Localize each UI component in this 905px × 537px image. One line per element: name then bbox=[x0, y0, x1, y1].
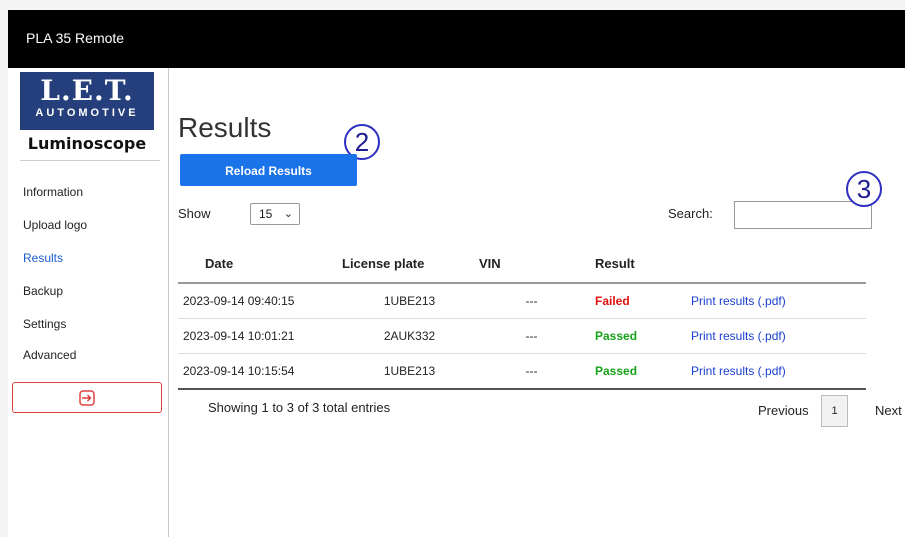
reload-results-button[interactable]: Reload Results bbox=[180, 154, 357, 186]
cell-vin: --- bbox=[478, 353, 585, 390]
page-size-select[interactable]: 15 ⌄ bbox=[250, 203, 300, 225]
print-results-link[interactable]: Print results (.pdf) bbox=[691, 364, 786, 378]
main-content: Results 2 Reload Results Show 15 ⌄ Searc… bbox=[168, 68, 905, 537]
print-results-link[interactable]: Print results (.pdf) bbox=[691, 329, 786, 343]
previous-page-button[interactable]: Previous bbox=[758, 403, 809, 418]
app-title: PLA 35 Remote bbox=[26, 30, 125, 46]
logo-product: Luminoscope bbox=[20, 130, 154, 158]
cell-result-passed: Passed bbox=[585, 318, 676, 354]
entries-summary: Showing 1 to 3 of 3 total entries bbox=[208, 400, 391, 415]
logo-brand: L.E.T. bbox=[40, 74, 134, 107]
sidebar: L.E.T. AUTOMOTIVE Luminoscope Informatio… bbox=[8, 68, 169, 537]
app-window: PLA 35 Remote L.E.T. AUTOMOTIVE Luminosc… bbox=[8, 10, 905, 537]
page-number-button[interactable]: 1 bbox=[821, 395, 848, 427]
sidebar-item-information[interactable]: Information bbox=[23, 185, 83, 199]
cell-vin: --- bbox=[478, 283, 585, 319]
logo-tagline: AUTOMOTIVE bbox=[35, 107, 139, 119]
company-logo: L.E.T. AUTOMOTIVE Luminoscope bbox=[20, 72, 154, 158]
show-label: Show bbox=[178, 206, 211, 221]
cell-license-plate: 2AUK332 bbox=[341, 318, 478, 354]
chevron-down-icon: ⌄ bbox=[283, 208, 293, 220]
cell-result-passed: Passed bbox=[585, 353, 676, 390]
logout-arrow-icon bbox=[79, 389, 95, 406]
search-label: Search: bbox=[668, 206, 713, 221]
table-row: 2023-09-14 09:40:15 1UBE213 --- Failed P… bbox=[178, 283, 866, 319]
sidebar-item-results[interactable]: Results bbox=[23, 251, 63, 265]
column-header-vin[interactable]: VIN bbox=[478, 244, 585, 284]
table-row: 2023-09-14 10:01:21 2AUK332 --- Passed P… bbox=[178, 318, 866, 354]
cell-vin: --- bbox=[478, 318, 585, 354]
divider bbox=[20, 160, 160, 161]
table-row: 2023-09-14 10:15:54 1UBE213 --- Passed P… bbox=[178, 353, 866, 390]
column-header-license-plate[interactable]: License plate bbox=[341, 244, 478, 284]
cell-license-plate: 1UBE213 bbox=[341, 353, 478, 390]
next-page-button[interactable]: Next bbox=[875, 403, 902, 418]
results-table: Date License plate VIN Result 2023-09-14… bbox=[178, 244, 866, 390]
callout-marker: 3 bbox=[846, 171, 882, 207]
cell-date: 2023-09-14 10:15:54 bbox=[178, 353, 341, 390]
sidebar-item-backup[interactable]: Backup bbox=[23, 284, 63, 298]
column-header-result[interactable]: Result bbox=[585, 244, 676, 284]
cell-result-failed: Failed bbox=[585, 283, 676, 319]
title-bar: PLA 35 Remote bbox=[8, 10, 905, 68]
page-size-value: 15 bbox=[259, 207, 273, 221]
cell-date: 2023-09-14 10:01:21 bbox=[178, 318, 341, 354]
column-header-date[interactable]: Date bbox=[178, 244, 341, 284]
table-header-row: Date License plate VIN Result bbox=[178, 244, 866, 284]
column-header-actions bbox=[676, 244, 866, 284]
logout-button[interactable] bbox=[12, 382, 162, 413]
page-title: Results bbox=[178, 112, 272, 143]
sidebar-item-advanced[interactable]: Advanced bbox=[23, 348, 76, 362]
sidebar-item-settings[interactable]: Settings bbox=[23, 317, 66, 331]
sidebar-item-upload-logo[interactable]: Upload logo bbox=[23, 218, 87, 232]
print-results-link[interactable]: Print results (.pdf) bbox=[691, 294, 786, 308]
cell-date: 2023-09-14 09:40:15 bbox=[178, 283, 341, 319]
cell-license-plate: 1UBE213 bbox=[341, 283, 478, 319]
search-input[interactable] bbox=[734, 201, 872, 229]
